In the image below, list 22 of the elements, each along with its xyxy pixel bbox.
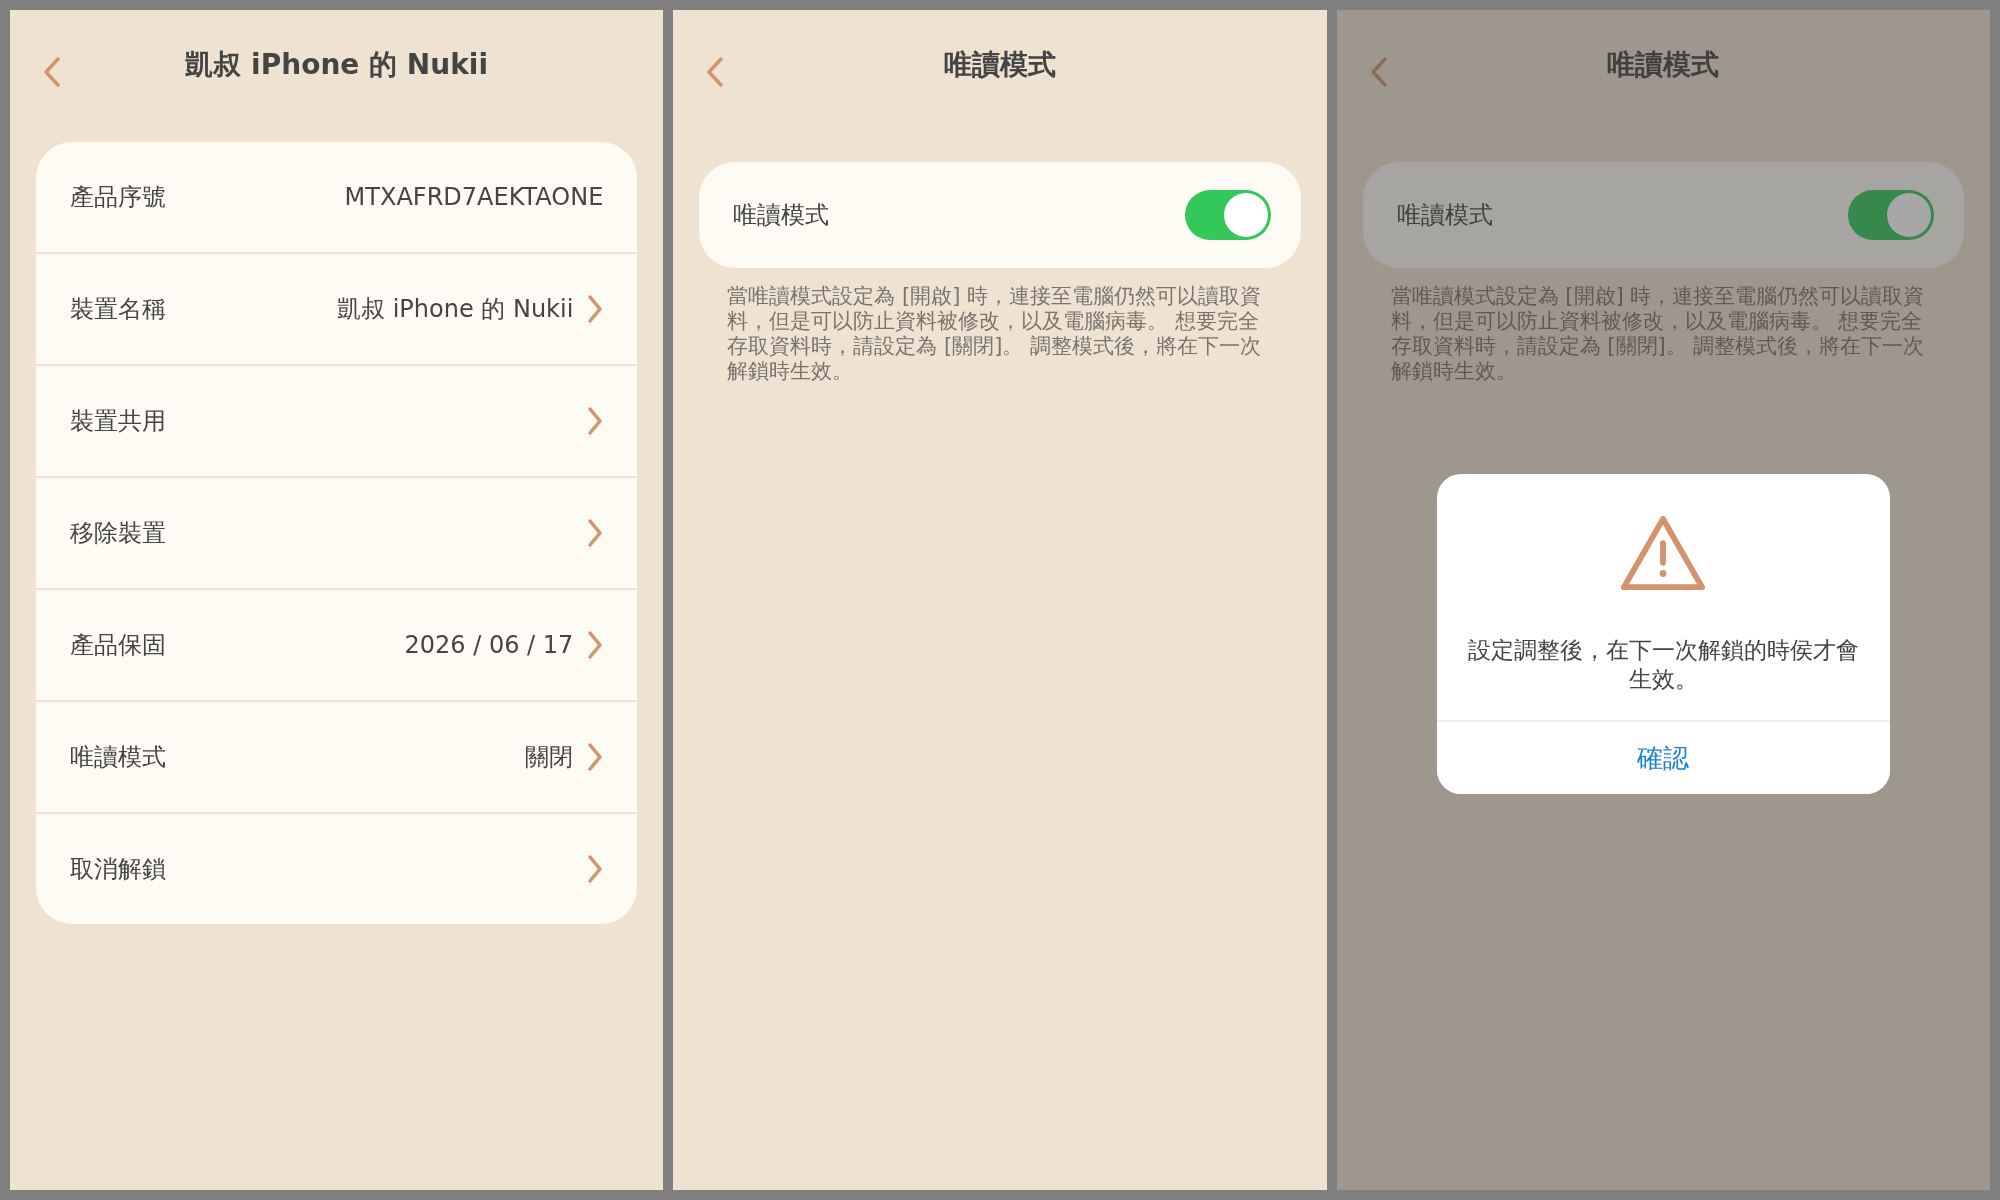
settings-row[interactable]: 移除裝置 — [36, 478, 638, 590]
settings-row[interactable]: 唯讀模式 關閉 — [36, 702, 638, 814]
dialog-message: 設定調整後，在下一次解鎖的時侯才會生效。 — [1466, 636, 1860, 694]
back-icon[interactable] — [705, 56, 726, 88]
setting-label: 唯讀模式 — [733, 200, 830, 231]
settings-row[interactable]: 取消解鎖 — [36, 814, 638, 924]
confirm-button[interactable]: 確認 — [1436, 720, 1890, 794]
warning-icon — [1619, 514, 1708, 592]
settings-row[interactable]: 裝置共用 — [36, 366, 638, 478]
settings-row[interactable]: 產品保固 2026 / 06 / 17 — [36, 590, 638, 702]
back-icon[interactable] — [42, 56, 62, 88]
info-row: 產品序號 MTXAFRD7AEKTAONE — [36, 142, 638, 254]
settings-row[interactable]: 裝置名稱 凱叔 iPhone 的 Nukii — [36, 254, 638, 366]
back-icon[interactable] — [1368, 56, 1389, 88]
description-text: 當唯讀模式設定為 [開啟] 時，連接至電腦仍然可以讀取資料，但是可以防止資料被修改，以及電腦病毒。 想要完全存取資料時，請設定為 [關閉]。 調整模式後，將在下一次解鎖時生效。 — [727, 284, 1263, 384]
screen-title: 唯讀模式 — [944, 47, 1056, 83]
toggle-switch[interactable] — [1848, 190, 1934, 240]
screen-title: 凱叔 iPhone 的 Nukii — [185, 47, 488, 83]
toggle-switch[interactable] — [1184, 190, 1271, 240]
setting-label: 唯讀模式 — [1396, 200, 1493, 231]
description-text: 當唯讀模式設定為 [開啟] 時，連接至電腦仍然可以讀取資料，但是可以防止資料被修改，以及電腦病毒。 想要完全存取資料時，請設定為 [關閉]。 調整模式後，將在下一次解鎖時生效。 — [1390, 284, 1926, 384]
screen-title: 唯讀模式 — [1607, 47, 1720, 83]
